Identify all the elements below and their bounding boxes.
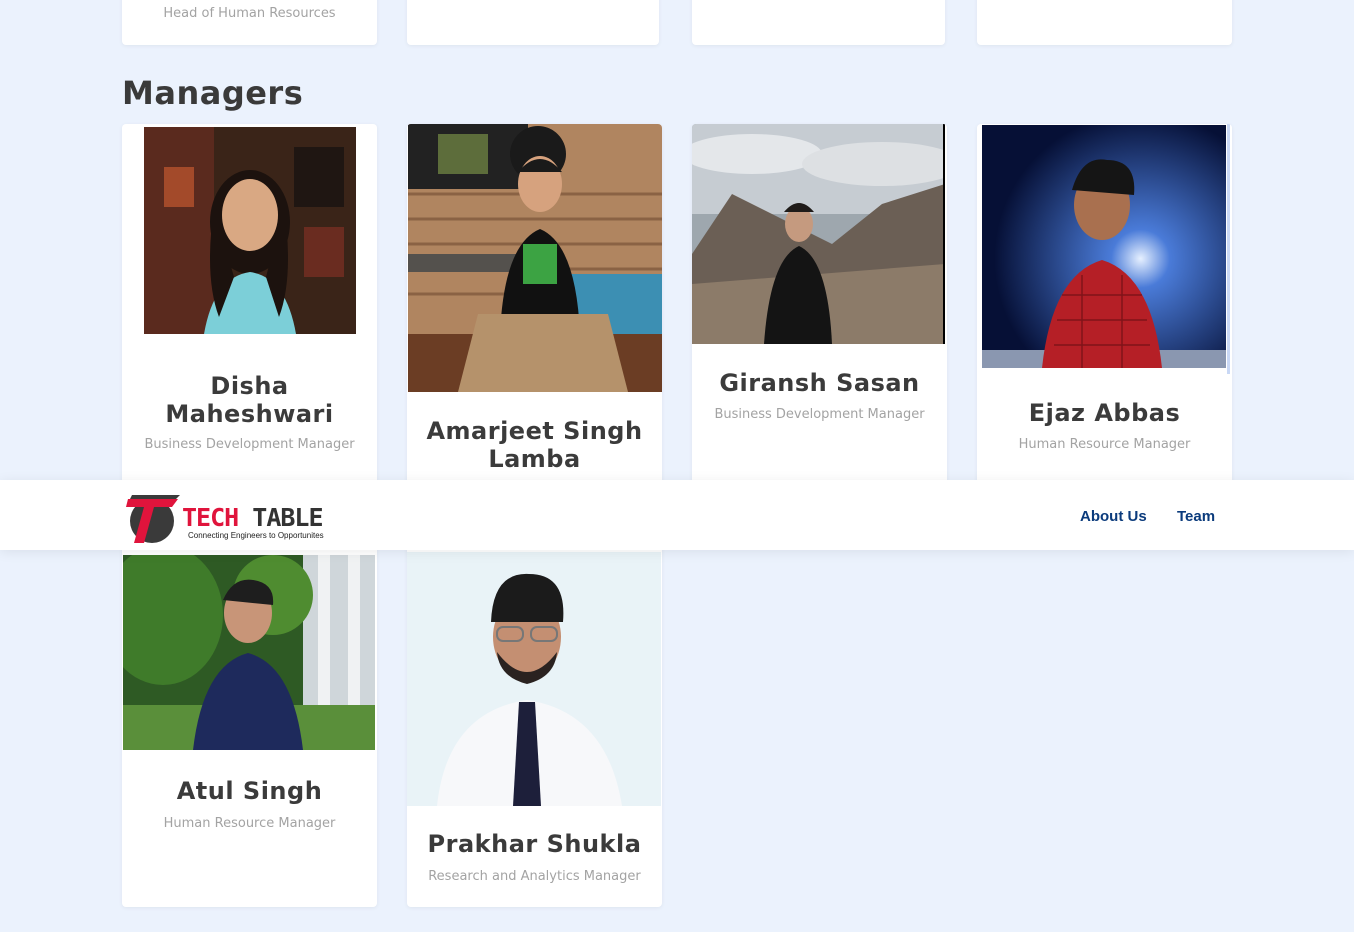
team-card — [977, 0, 1232, 45]
manager-card: Atul Singh Human Resource Manager — [122, 530, 377, 907]
member-photo — [407, 552, 661, 806]
member-name: Amarjeet Singh Lamba — [426, 417, 643, 473]
manager-card: Ejaz Abbas Human Resource Manager — [977, 124, 1232, 504]
member-photo — [408, 124, 662, 392]
team-page: Head of Human Resources Managers Disha M… — [0, 0, 1354, 932]
member-photo — [692, 124, 945, 344]
team-card — [692, 0, 945, 45]
manager-card: Amarjeet Singh Lamba — [407, 124, 662, 504]
member-role: Business Development Manager — [144, 437, 355, 452]
nav-link-team[interactable]: Team — [1177, 508, 1215, 525]
logo-tagline: Connecting Engineers to Opportunites — [188, 531, 324, 540]
member-name: Prakhar Shukla — [427, 830, 642, 858]
member-name: Atul Singh — [176, 777, 323, 805]
member-photo — [123, 555, 375, 750]
team-card: Head of Human Resources — [122, 0, 377, 45]
member-photo — [144, 127, 356, 334]
manager-card: Giransh Sasan Business Development Manag… — [692, 124, 947, 504]
section-title: Managers — [122, 74, 304, 112]
member-name: Disha Maheshwari — [165, 372, 334, 428]
member-role: Human Resource Manager — [163, 816, 336, 831]
member-photo — [982, 125, 1226, 368]
nav-link-about-us[interactable]: About Us — [1080, 508, 1147, 525]
member-role: Research and Analytics Manager — [428, 869, 641, 884]
member-name: Ejaz Abbas — [1028, 399, 1181, 427]
member-role: Business Development Manager — [714, 407, 925, 422]
tech-table-logo[interactable]: TECH TABLE Connecting Engineers to Oppor… — [124, 493, 324, 545]
scroll-edge — [1227, 124, 1230, 374]
navbar: TECH TABLE Connecting Engineers to Oppor… — [0, 480, 1354, 550]
manager-card: Prakhar Shukla Research and Analytics Ma… — [407, 530, 662, 907]
manager-card: Disha Maheshwari Business Development Ma… — [122, 124, 377, 504]
member-role: Head of Human Resources — [163, 6, 336, 21]
logo-wordmark: TECH TABLE — [182, 503, 324, 532]
member-name: Giransh Sasan — [719, 369, 920, 397]
member-role: Human Resource Manager — [1018, 437, 1191, 452]
team-card — [407, 0, 659, 45]
logo-mark-icon — [126, 495, 180, 543]
